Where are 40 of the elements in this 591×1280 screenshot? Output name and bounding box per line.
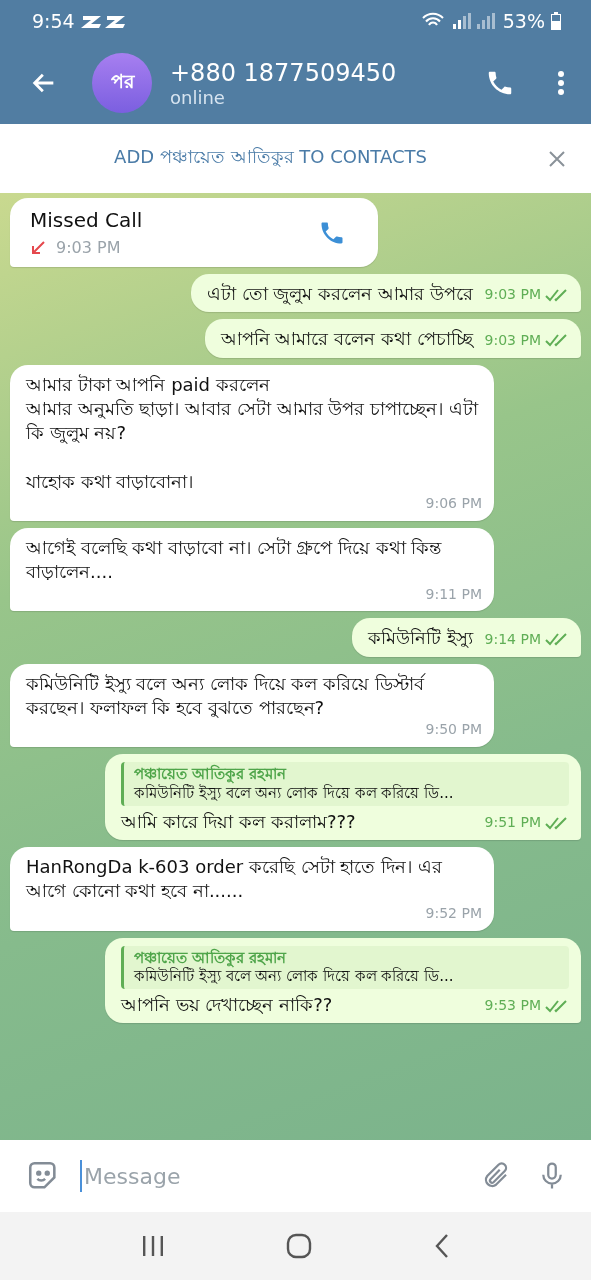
message-time: 9:06 PM: [425, 494, 482, 513]
message-text: আগেই বলেছি কথা বাড়াবো না। সেটা গ্রুপে দিয়ে কথা কিন্ত বাড়ালেন....: [26, 535, 443, 585]
message-text: আমার টাকা আপনি paid করলেন আমার অনুমতি ছাড়া। আবার সেটা আমার উপর চাপাচ্ছেন। এটা কি জুলুম নয়? যাহোক কথা বাড়াবোনা।: [26, 372, 480, 494]
message-time: 9:51 PM: [484, 813, 541, 833]
call-title: Missed Call: [30, 208, 144, 232]
contact-status: online: [170, 86, 226, 108]
home-icon[interactable]: [286, 1233, 313, 1259]
message-time: 9:50 PM: [425, 720, 482, 740]
add-to-contacts-link[interactable]: ADD পঞ্চায়েত আতিকুর TO CONTACTS: [0, 143, 541, 174]
message-time: 9:14 PM: [484, 629, 541, 649]
reply-quote[interactable]: পঞ্চায়েত আতিকুর রহমান কমিউনিটি ইস্যু বলে অন্য লোক দিয়ে কল করিয়ে ডি...: [121, 945, 569, 989]
recent-apps-icon[interactable]: [140, 1235, 165, 1257]
more-menu-icon[interactable]: [557, 70, 565, 96]
message-time: 9:53 PM: [484, 996, 541, 1016]
close-icon[interactable]: [547, 148, 567, 169]
message-text: এটা তো জুলুম করলেন আমার উপরে: [206, 282, 473, 307]
reply-quote[interactable]: পঞ্চায়েত আতিকুর রহমান কমিউনিটি ইস্যু বলে অন্য লোক দিয়ে কল করিয়ে ডি...: [121, 762, 569, 806]
message-time: 9:52 PM: [425, 903, 482, 923]
message-time: 9:11 PM: [425, 584, 482, 604]
quoted-sender: পঞ্চায়েত আতিকুর রহমান: [134, 948, 288, 968]
quoted-text: কমিউনিটি ইস্যু বলে অন্য লোক দিয়ে কল করিয়ে ডি...: [134, 967, 455, 986]
missed-arrow-icon: [30, 239, 46, 256]
message-text: HanRongDa k-603 order করেছি সেটা হাতে দিন। এর আগে কোনো কথা হবে না......: [26, 855, 443, 904]
message-time: 9:03 PM: [484, 330, 541, 350]
message-text: কমিউনিটি ইস্যু বলে অন্য লোক দিয়ে কল করিয়ে ডিস্টার্ব করছেন। ফলাফল কি হবে বুঝতে পারছেন?: [26, 671, 427, 721]
contact-avatar[interactable]: পর: [92, 53, 152, 113]
contact-title: +880 1877509450: [170, 58, 398, 87]
signal-icon: [450, 12, 497, 30]
message-time: 9:03 PM: [484, 285, 541, 305]
status-time: 9:54: [32, 10, 75, 32]
message-text: আপনি ভয় দেখাচ্ছেন নাকি??: [121, 993, 333, 1017]
quoted-sender: পঞ্চায়েত আতিকুর রহমান: [134, 765, 288, 784]
message-text: কমিউনিটি ইস্যু: [367, 626, 473, 651]
message-text: আমি কারে দিয়া কল করালাম???: [121, 809, 356, 834]
battery-icon: [551, 12, 561, 30]
battery-percent: 53%: [502, 10, 545, 32]
message-text: আপনি আমারে বলেন কথা পেচাচ্ছি: [220, 327, 473, 352]
message-time: 9:03 PM: [56, 238, 121, 257]
back-nav-icon[interactable]: [434, 1233, 451, 1259]
quoted-text: কমিউনিটি ইস্যু বলে অন্য লোক দিয়ে কল করিয়ে ডি...: [134, 784, 455, 803]
